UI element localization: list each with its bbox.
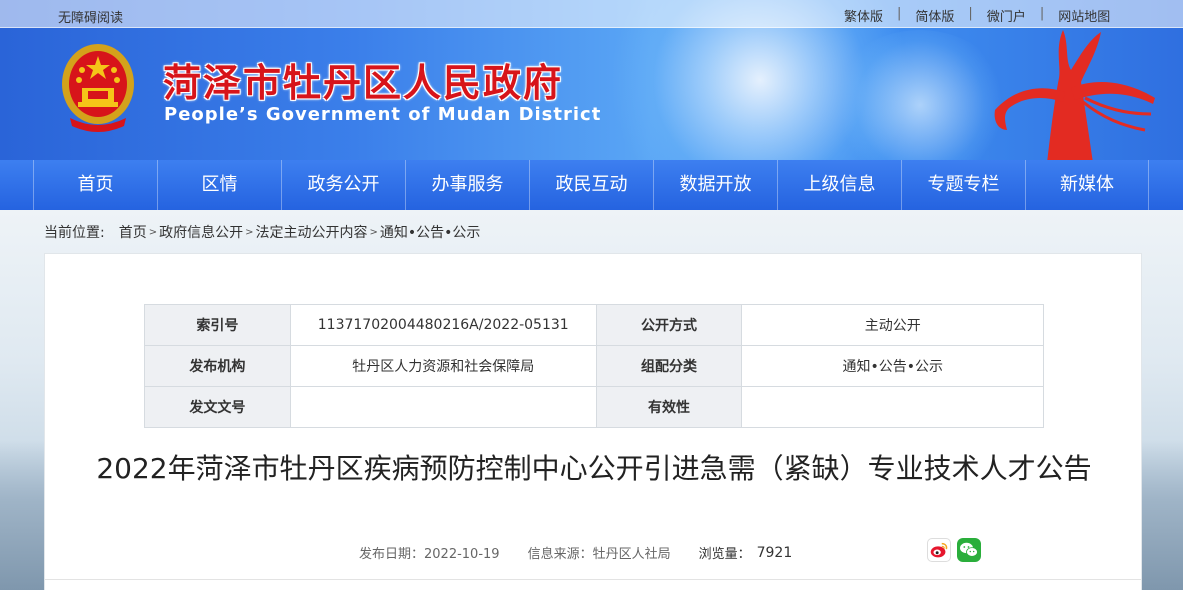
validity-value xyxy=(741,386,1044,428)
publisher-value: 牡丹区人力资源和社会保障局 xyxy=(289,345,597,387)
nav-item-services[interactable]: 办事服务 xyxy=(405,160,529,210)
nav-item-district-info[interactable]: 区情 xyxy=(157,160,281,210)
category-label: 组配分类 xyxy=(595,345,743,387)
nav-item-special-topics[interactable]: 专题专栏 xyxy=(901,160,1025,210)
breadcrumb-separator: > xyxy=(148,226,158,238)
share-buttons xyxy=(927,538,981,562)
table-row: 索引号 11371702004480216A/2022-05131 公开方式 主… xyxy=(144,304,1044,346)
breadcrumb-item-gov-info[interactable]: 政府信息公开 xyxy=(159,222,243,242)
article-title: 2022年菏泽市牡丹区疾病预防控制中心公开引进急需（紧缺）专业技术人才公告 xyxy=(96,452,1092,485)
article-meta: 发布日期：2022-10-19 信息来源：牡丹区人社局 浏览量： 7921 xyxy=(359,543,793,563)
breadcrumb-item-statutory[interactable]: 法定主动公开内容 xyxy=(256,222,368,242)
info-source: 信息来源：牡丹区人社局 xyxy=(527,547,671,562)
open-mode-value: 主动公开 xyxy=(741,304,1044,346)
separator: | xyxy=(897,6,902,21)
nav-item-superior-info[interactable]: 上级信息 xyxy=(777,160,901,210)
separator: | xyxy=(968,6,973,21)
accessibility-link[interactable]: 无障碍阅读 xyxy=(58,7,123,26)
site-title[interactable]: 菏泽市牡丹区人民政府 xyxy=(163,52,563,107)
skyline-right xyxy=(1141,440,1183,590)
open-mode-label: 公开方式 xyxy=(595,304,743,346)
simplified-chinese-link[interactable]: 简体版 xyxy=(915,6,954,25)
site-header: 无障碍阅读 繁体版 | 简体版 | 微门户 | 网站地图 菏泽市牡丹区人民政府 … xyxy=(0,0,1183,160)
breadcrumb-label: 当前位置: xyxy=(44,225,105,241)
document-meta-table: 索引号 11371702004480216A/2022-05131 公开方式 主… xyxy=(144,304,1044,428)
table-row: 发布机构 牡丹区人力资源和社会保障局 组配分类 通知•公告•公示 xyxy=(144,345,1044,387)
wechat-icon[interactable] xyxy=(957,538,981,562)
index-value: 11371702004480216A/2022-05131 xyxy=(289,304,597,346)
views-count: 7921 xyxy=(756,544,793,561)
divider xyxy=(45,579,1141,580)
category-value: 通知•公告•公示 xyxy=(741,345,1044,387)
weibo-icon[interactable] xyxy=(927,538,951,562)
site-subtitle: People’s Government of Mudan District xyxy=(164,104,602,125)
skyline-left xyxy=(0,440,44,590)
nav-item-open-data[interactable]: 数据开放 xyxy=(653,160,777,210)
traditional-chinese-link[interactable]: 繁体版 xyxy=(844,6,883,25)
red-sculpture-decoration xyxy=(994,30,1155,160)
table-row: 发文文号 有效性 xyxy=(144,386,1044,428)
main-nav: 首页 区情 政务公开 办事服务 政民互动 数据开放 上级信息 专题专栏 新媒体 xyxy=(0,160,1183,210)
breadcrumb-item-home[interactable]: 首页 xyxy=(119,222,147,242)
main-nav-items: 首页 区情 政务公开 办事服务 政民互动 数据开放 上级信息 专题专栏 新媒体 xyxy=(33,160,1149,210)
breadcrumb-item-notices[interactable]: 通知•公告•公示 xyxy=(380,222,481,242)
publisher-label: 发布机构 xyxy=(144,345,291,387)
breadcrumb-separator: > xyxy=(369,226,378,238)
doc-number-label: 发文文号 xyxy=(144,386,291,428)
nav-item-home[interactable]: 首页 xyxy=(33,160,157,210)
nav-item-new-media[interactable]: 新媒体 xyxy=(1025,160,1149,210)
doc-number-value xyxy=(289,386,597,428)
index-label: 索引号 xyxy=(144,304,291,346)
nav-item-interaction[interactable]: 政民互动 xyxy=(529,160,653,210)
validity-label: 有效性 xyxy=(595,386,743,428)
views-label: 浏览量： xyxy=(698,547,751,562)
breadcrumb: 当前位置: 首页 > 政府信息公开 > 法定主动公开内容 > 通知•公告•公示 xyxy=(44,222,480,242)
nav-item-government-affairs[interactable]: 政务公开 xyxy=(281,160,405,210)
publish-date: 发布日期：2022-10-19 xyxy=(359,547,500,562)
national-emblem-icon[interactable] xyxy=(58,40,138,136)
content-card: 索引号 11371702004480216A/2022-05131 公开方式 主… xyxy=(44,253,1142,590)
breadcrumb-separator: > xyxy=(245,226,254,238)
